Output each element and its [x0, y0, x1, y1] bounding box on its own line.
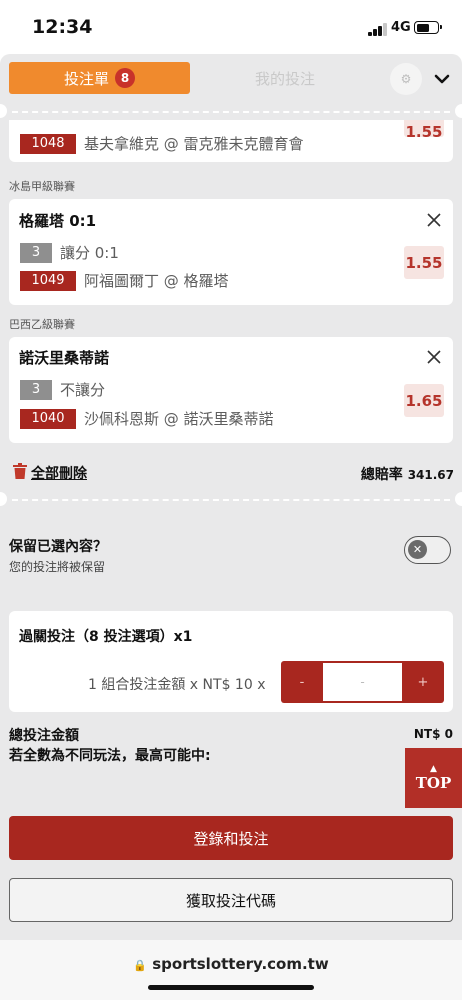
retain-subtitle: 您的投注將被保留 [9, 560, 106, 574]
status-time: 12:34 [32, 16, 93, 38]
get-bet-code-button[interactable]: 獲取投注代碼 [9, 878, 453, 922]
battery-icon [414, 21, 442, 34]
parlay-unit-label: 1 組合投注金額 x NT$ 10 x [88, 677, 266, 693]
lock-icon: 🔒 [133, 959, 147, 972]
bet-code: 1049 [20, 271, 76, 291]
login-and-bet-button[interactable]: 登錄和投注 [9, 816, 453, 860]
remove-bet-close-icon[interactable] [427, 212, 441, 227]
total-stake-value: NT$ 0 [413, 727, 453, 741]
bet-match: 阿福圖爾丁 @ 格羅塔 [84, 272, 229, 290]
bet-market: 不讓分 [60, 381, 106, 399]
total-odds: 總賠率 341.67 [361, 464, 454, 484]
url-address[interactable]: 🔒 sportslottery.com.tw [0, 955, 462, 973]
home-indicator [148, 985, 314, 990]
tab-my-bets[interactable]: 我的投注 [205, 62, 365, 94]
total-odds-label: 總賠率 [360, 467, 403, 483]
retain-toggle[interactable]: ✕ [404, 536, 451, 564]
toggle-off-x-icon: ✕ [408, 540, 427, 559]
total-odds-value: 341.67 [407, 468, 454, 482]
bet-type-number: 3 [20, 380, 52, 400]
parlay-title: 過關投注（8 投注選項）x1 [19, 629, 193, 645]
bet-market: 讓分 0:1 [60, 244, 119, 262]
betslip-count-badge: 8 [115, 68, 135, 88]
bet-type-number: 3 [20, 243, 52, 263]
bet-match: 沙佩科恩斯 @ 諾沃里桑蒂諾 [84, 410, 274, 428]
league-name: 巴西乙級聯賽 [9, 318, 75, 331]
scroll-top-button[interactable]: ▲ TOP [405, 748, 462, 808]
signal-icon [368, 23, 388, 36]
delete-all-label: 全部刪除 [31, 466, 87, 482]
scroll-top-label: TOP [415, 773, 452, 792]
tab-betslip-label: 投注單 [63, 69, 109, 88]
bet-selection-title: 格羅塔 0:1 [19, 212, 97, 230]
url-text: sportslottery.com.tw [152, 955, 329, 973]
stake-decrease-button[interactable]: - [281, 661, 323, 703]
separator-notch-right [455, 492, 462, 506]
dashed-separator [12, 499, 450, 501]
stake-increase-button[interactable]: + [402, 661, 444, 703]
odds-button[interactable]: 1.55 [404, 120, 444, 137]
odds-button[interactable]: 1.65 [404, 384, 444, 417]
dashed-separator [12, 111, 450, 113]
up-arrow-icon: ▲ [430, 763, 437, 774]
separator-notch-right [455, 104, 462, 118]
delete-all-button[interactable]: 全部刪除 [13, 463, 87, 483]
retain-title: 保留已選內容？ [9, 539, 107, 555]
stake-input[interactable]: - [323, 663, 402, 701]
network-type: 4G [391, 20, 411, 35]
tab-betslip[interactable]: 投注單 8 [9, 62, 190, 94]
remove-bet-close-icon[interactable] [427, 349, 441, 364]
stake-stepper: - - + [281, 661, 444, 703]
odds-button[interactable]: 1.55 [404, 246, 444, 279]
trash-icon [13, 463, 27, 483]
max-win-label: 若全數為不同玩法，最高可能中: [9, 748, 211, 764]
bet-selection-title: 諾沃里桑蒂諾 [19, 349, 110, 367]
bet-code: 1040 [20, 409, 76, 429]
league-name: 冰島甲級聯賽 [9, 180, 75, 193]
settings-gear-icon[interactable]: ⚙ [390, 63, 422, 95]
collapse-chevron-icon[interactable] [431, 68, 453, 90]
bet-code: 1048 [20, 134, 76, 154]
bet-match: 基夫拿維克 @ 雷克雅未克體育會 [84, 135, 304, 153]
total-stake-label: 總投注金額 [9, 728, 79, 744]
